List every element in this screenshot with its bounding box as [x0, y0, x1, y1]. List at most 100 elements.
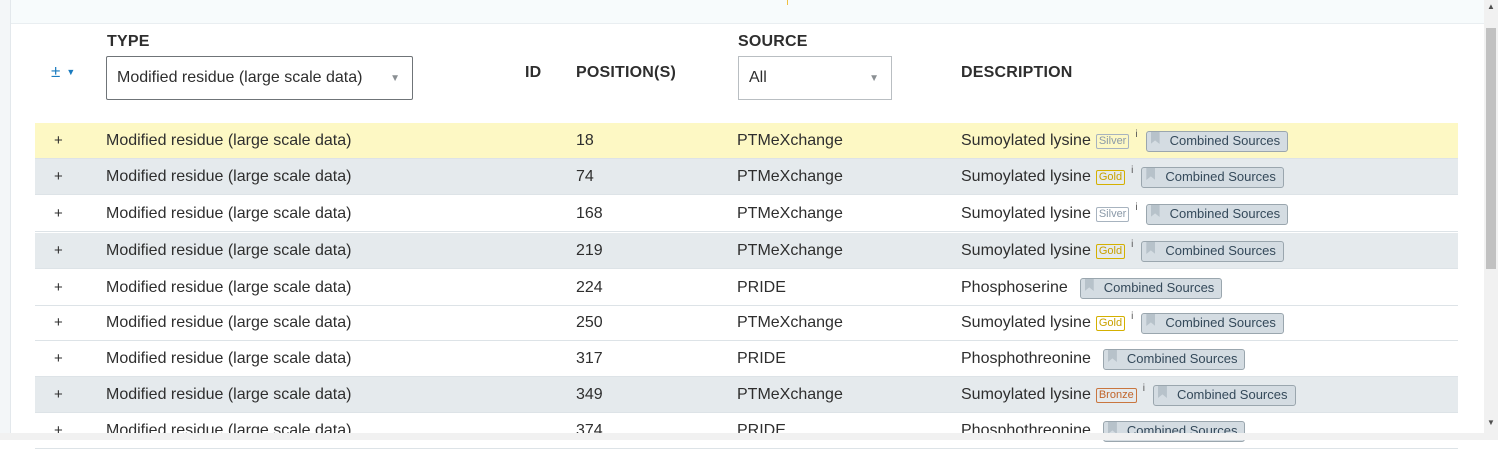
source-filter-select[interactable]: All ▼ [738, 56, 892, 100]
info-icon[interactable]: i [1143, 371, 1145, 407]
horizontal-scrollbar[interactable] [0, 433, 1484, 440]
expand-all-toggle[interactable]: ± ▼ [51, 62, 75, 82]
evidence-tag[interactable]: Combined Sources [1141, 312, 1284, 334]
description-column-header: DESCRIPTION [961, 64, 1073, 81]
feature-type: Modified residue (large scale data) [106, 314, 352, 331]
description-text: Phosphoserine [961, 279, 1068, 296]
vertical-scrollbar[interactable]: ▲ ▼ [1484, 0, 1498, 440]
expand-row-toggle[interactable]: + [54, 123, 63, 159]
feature-position: 18 [576, 132, 594, 149]
feature-position: 224 [576, 279, 603, 296]
info-icon[interactable]: i [1135, 190, 1137, 226]
feature-source: PTMeXchange [737, 132, 843, 149]
info-icon[interactable]: i [1135, 117, 1137, 153]
table-row[interactable]: + Modified residue (large scale data) 219 P… [35, 233, 1458, 269]
description-text: Sumoylated lysine [961, 314, 1091, 331]
evidence-tag[interactable]: Combined Sources [1141, 166, 1284, 188]
evidence-tag[interactable]: Combined Sources [1145, 203, 1289, 225]
feature-source: PRIDE [737, 279, 786, 296]
evidence-label: Combined Sources [1126, 423, 1238, 438]
feature-type: Modified residue (large scale data) [106, 205, 352, 222]
feature-source: PTMeXchange [737, 168, 843, 185]
bookmark-icon [1107, 350, 1117, 362]
feature-type: Modified residue (large scale data) [106, 422, 352, 439]
table-row[interactable]: + Modified residue (large scale data) 74 PT… [35, 159, 1458, 195]
feature-source: PRIDE [737, 422, 786, 439]
bookmark-icon [1084, 279, 1094, 291]
feature-type: Modified residue (large scale data) [106, 242, 352, 259]
feature-position: 374 [576, 422, 603, 439]
feature-source: PRIDE [737, 350, 786, 367]
bookmark-icon [1146, 242, 1156, 254]
source-filter-value: All [749, 69, 767, 86]
table-row[interactable]: + Modified residue (large scale data) 250 P… [35, 305, 1458, 341]
feature-description: Sumoylated lysine Gold i Combined Sources [961, 159, 1284, 195]
expand-row-toggle[interactable]: + [54, 159, 63, 195]
description-text: Sumoylated lysine [961, 205, 1091, 222]
feature-type: Modified residue (large scale data) [106, 350, 352, 367]
bookmark-icon [1157, 386, 1167, 398]
scroll-up-icon[interactable]: ▲ [1487, 2, 1495, 11]
evidence-label: Combined Sources [1165, 315, 1276, 330]
type-column-header: TYPE [107, 33, 150, 50]
expand-row-toggle[interactable]: + [54, 341, 63, 377]
left-gutter [0, 0, 11, 440]
scroll-thumb[interactable] [1486, 28, 1496, 269]
table-row[interactable]: + Modified residue (large scale data) 18 PT… [35, 123, 1458, 159]
feature-position: 317 [576, 350, 603, 367]
feature-position: 349 [576, 386, 603, 403]
bookmark-icon [1146, 168, 1156, 180]
info-icon[interactable]: i [1131, 153, 1133, 189]
feature-position: 74 [576, 168, 594, 185]
table-row[interactable]: + Modified residue (large scale data) 224 P… [35, 270, 1458, 306]
description-text: Sumoylated lysine [961, 168, 1091, 185]
feature-description: Sumoylated lysine Silver i Combined Sources [961, 123, 1289, 159]
info-icon[interactable]: i [1131, 299, 1133, 335]
table-row[interactable]: + Modified residue (large scale data) 317 P… [35, 341, 1458, 377]
feature-source: PTMeXchange [737, 386, 843, 403]
feature-description: Sumoylated lysine Silver i Combined Sources [961, 196, 1289, 232]
expand-row-toggle[interactable]: + [54, 270, 63, 306]
expand-row-toggle[interactable]: + [54, 196, 63, 232]
caret-down-icon: ▼ [66, 67, 76, 77]
scroll-down-icon[interactable]: ▼ [1487, 418, 1495, 427]
feature-position: 219 [576, 242, 603, 259]
feature-description: Phosphoserine Combined Sources [961, 270, 1223, 306]
dropdown-arrow-icon: ▼ [869, 73, 879, 84]
evidence-label: Combined Sources [1169, 133, 1281, 148]
description-text: Phosphothreonine [961, 422, 1091, 439]
description-text: Sumoylated lysine [961, 132, 1091, 149]
evidence-tag[interactable]: Combined Sources [1102, 348, 1246, 370]
confidence-badge: Silver [1095, 133, 1130, 149]
top-band [11, 0, 1484, 24]
table-row[interactable]: + Modified residue (large scale data) 168 P… [35, 196, 1458, 232]
bookmark-icon [1150, 132, 1160, 144]
feature-description: Sumoylated lysine Gold i Combined Sources [961, 233, 1284, 269]
expand-row-toggle[interactable]: + [54, 305, 63, 341]
plus-minus-icon: ± [51, 62, 61, 81]
type-filter-select[interactable]: Modified residue (large scale data) ▼ [106, 56, 413, 100]
info-icon[interactable]: i [1131, 227, 1133, 263]
expand-row-toggle[interactable]: + [54, 233, 63, 269]
bookmark-icon [1146, 314, 1156, 326]
evidence-tag[interactable]: Combined Sources [1145, 130, 1289, 152]
evidence-label: Combined Sources [1176, 387, 1288, 402]
evidence-tag[interactable]: Combined Sources [1079, 277, 1223, 299]
feature-description: Phosphothreonine Combined Sources [961, 341, 1246, 377]
evidence-tag[interactable]: Combined Sources [1141, 240, 1284, 262]
table-row[interactable]: + Modified residue (large scale data) 374 P… [35, 413, 1458, 449]
description-text: Sumoylated lysine [961, 386, 1091, 403]
dropdown-arrow-icon: ▼ [390, 73, 400, 84]
bookmark-icon [1150, 205, 1160, 217]
expand-row-toggle[interactable]: + [54, 377, 63, 413]
confidence-badge: Gold [1095, 169, 1126, 185]
evidence-tag[interactable]: Combined Sources [1152, 384, 1296, 406]
evidence-label: Combined Sources [1165, 243, 1276, 258]
feature-type: Modified residue (large scale data) [106, 386, 352, 403]
feature-type: Modified residue (large scale data) [106, 279, 352, 296]
confidence-badge: Bronze [1095, 387, 1137, 403]
table-row[interactable]: + Modified residue (large scale data) 349 P… [35, 377, 1458, 413]
feature-source: PTMeXchange [737, 205, 843, 222]
expand-row-toggle[interactable]: + [54, 413, 63, 449]
confidence-badge: Gold [1095, 243, 1126, 259]
